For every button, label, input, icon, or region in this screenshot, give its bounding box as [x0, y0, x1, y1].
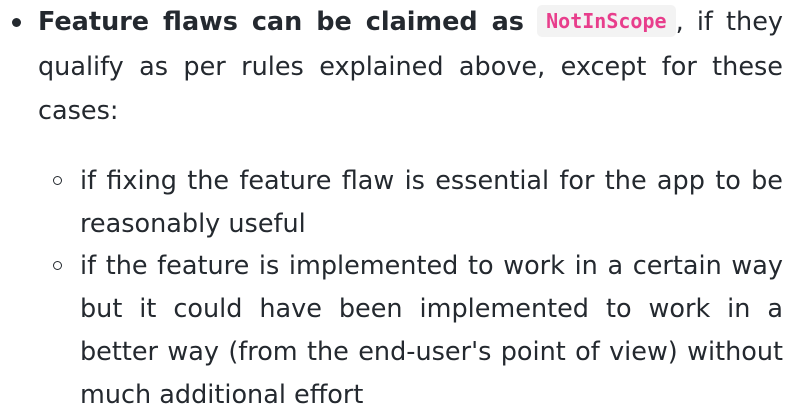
bold-lead-text: Feature flaws can be claimed as	[38, 7, 524, 37]
bullet-circle-icon	[53, 261, 62, 270]
bullet-disc-icon	[12, 18, 21, 27]
list-item-paragraph: Feature flaws can be claimed as NotInSco…	[38, 0, 783, 133]
bullet-circle-icon	[53, 176, 62, 185]
sub-list-item-text: if the feature is implemented to work in…	[80, 251, 783, 410]
inline-code: NotInScope	[537, 5, 676, 37]
sub-list-item-text: if fixing the feature flaw is essential …	[80, 166, 783, 239]
